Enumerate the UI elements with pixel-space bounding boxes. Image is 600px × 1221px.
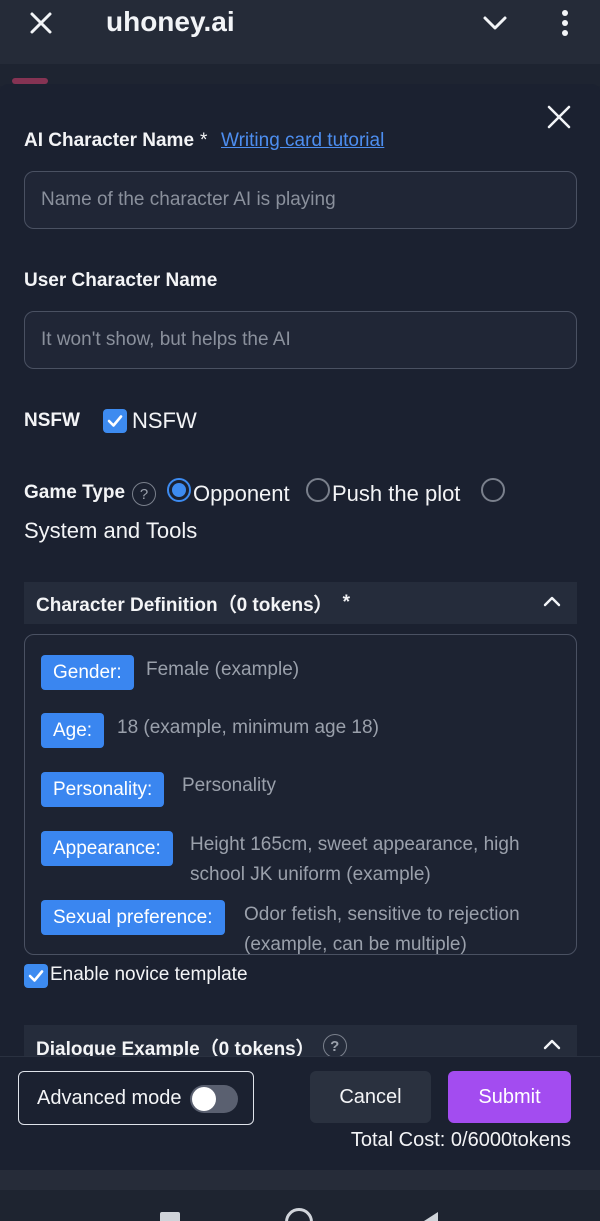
user-character-name-label: User Character Name xyxy=(24,270,218,291)
radio-system-and-tools-label[interactable]: System and Tools xyxy=(24,518,197,544)
chevron-up-icon[interactable] xyxy=(543,594,561,608)
chevron-up-icon[interactable] xyxy=(543,1037,561,1051)
create-character-modal: AI Character Name * Writing card tutorial… xyxy=(0,84,600,1170)
back-icon[interactable] xyxy=(420,1210,442,1221)
radio-opponent[interactable] xyxy=(167,478,191,502)
system-navigation-bar xyxy=(0,1190,600,1221)
gender-value: Female (example) xyxy=(146,659,300,680)
required-mark: * xyxy=(200,130,208,151)
character-definition-header[interactable]: Character Definition（0 tokens） * xyxy=(24,582,577,624)
novice-template-checkbox[interactable] xyxy=(24,964,48,988)
nsfw-checkbox-label: NSFW xyxy=(132,408,197,433)
nsfw-label: NSFW xyxy=(24,410,80,431)
modal-close-icon[interactable] xyxy=(546,104,572,130)
submit-button[interactable]: Submit xyxy=(448,1071,571,1123)
background-page-strip xyxy=(0,64,600,86)
user-character-name-input[interactable]: It won't show, but helps the AI xyxy=(24,311,577,369)
checkmark-icon xyxy=(107,415,123,427)
advanced-mode-switch[interactable]: Advanced mode xyxy=(18,1071,254,1125)
age-value: 18 (example, minimum age 18) xyxy=(117,717,379,738)
sexual-preference-value: Odor fetish, sensitive to rejection (exa… xyxy=(244,904,520,955)
background-page-strip xyxy=(0,1170,600,1190)
tag-age: Age: xyxy=(41,713,105,748)
recent-apps-icon[interactable] xyxy=(160,1212,180,1221)
radio-push-the-plot-label[interactable]: Push the plot xyxy=(332,481,460,507)
browser-top-bar: uhoney.ai xyxy=(0,0,600,64)
more-options-icon[interactable] xyxy=(556,8,574,38)
help-icon[interactable]: ? xyxy=(132,482,156,506)
radio-opponent-label[interactable]: Opponent xyxy=(193,481,290,507)
dialogue-example-header[interactable]: Dialogue Example（0 tokens） ? xyxy=(24,1025,577,1059)
writing-card-tutorial-link[interactable]: Writing card tutorial xyxy=(221,130,384,152)
novice-template-label: Enable novice template xyxy=(50,964,248,985)
checkmark-icon xyxy=(28,970,44,982)
character-definition-title: Character Definition（0 tokens） xyxy=(36,594,333,616)
help-icon[interactable]: ? xyxy=(322,1034,347,1058)
tag-personality: Personality: xyxy=(41,772,165,807)
character-definition-editor[interactable]: Gender: Female (example) Age: 18 (exampl… xyxy=(24,634,577,955)
home-icon[interactable] xyxy=(285,1208,313,1221)
total-cost: Total Cost: 0/6000tokens xyxy=(350,1129,571,1151)
personality-value: Personality xyxy=(182,775,276,796)
close-icon[interactable] xyxy=(26,8,56,38)
required-mark: * xyxy=(342,592,351,613)
advanced-mode-label: Advanced mode xyxy=(37,1086,182,1109)
site-title: uhoney.ai xyxy=(106,6,235,37)
ai-character-name-input[interactable]: Name of the character AI is playing xyxy=(24,171,577,229)
radio-push-the-plot[interactable] xyxy=(306,478,330,502)
game-type-label: Game Type xyxy=(24,482,126,503)
appearance-value: Height 165cm, sweet appearance, high sch… xyxy=(190,834,520,885)
ai-character-name-label: AI Character Name * xyxy=(24,130,207,152)
tag-gender: Gender: xyxy=(41,655,134,690)
toggle-knob xyxy=(192,1087,216,1111)
tag-sexual-preference: Sexual preference: xyxy=(41,900,225,935)
nsfw-checkbox[interactable] xyxy=(103,409,127,433)
radio-system-and-tools[interactable] xyxy=(481,478,505,502)
chevron-down-icon[interactable] xyxy=(482,12,508,34)
modal-footer: Advanced mode Cancel Submit Total Cost: … xyxy=(0,1056,600,1170)
tag-appearance: Appearance: xyxy=(41,831,173,866)
cancel-button[interactable]: Cancel xyxy=(310,1071,431,1123)
ai-character-name-label-text: AI Character Name xyxy=(24,130,195,151)
advanced-mode-toggle[interactable] xyxy=(190,1085,238,1113)
